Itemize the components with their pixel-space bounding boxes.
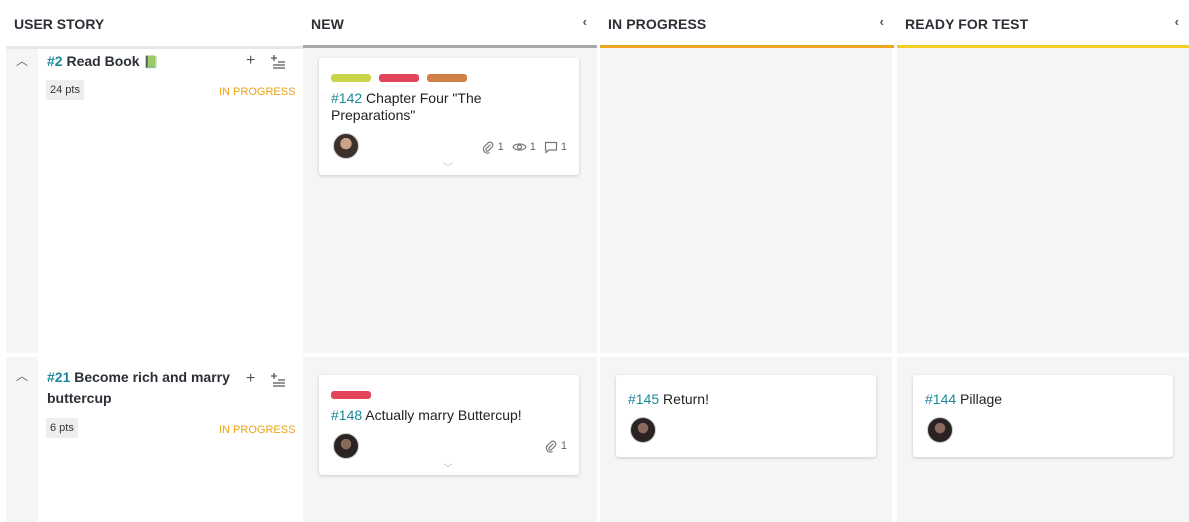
comments-stat: 1: [544, 141, 567, 154]
user-story-name[interactable]: Become rich and marry: [74, 369, 230, 385]
tag-list: [331, 74, 467, 82]
task-name-cont[interactable]: Preparations": [331, 107, 415, 123]
assignee-avatar[interactable]: [333, 433, 359, 459]
user-story-ref[interactable]: #21: [47, 369, 70, 385]
add-task-icon[interactable]: +: [246, 52, 255, 70]
collapse-row-icon[interactable]: ︿: [16, 52, 28, 69]
cell-in-progress: [600, 48, 892, 353]
task-name[interactable]: Actually marry Buttercup!: [365, 407, 521, 423]
paperclip-icon: [482, 141, 494, 154]
tag-color: [427, 74, 467, 82]
column-title: NEW: [311, 16, 344, 32]
task-ref[interactable]: #148: [331, 407, 362, 423]
story-points-badge: 24 pts: [46, 80, 84, 100]
column-header-new: NEW ‹: [303, 0, 597, 50]
story-points-badge: 6 pts: [46, 418, 78, 438]
column-header-in-progress: IN PROGRESS ‹: [600, 0, 894, 50]
bulk-add-icon[interactable]: [270, 54, 286, 70]
add-task-icon[interactable]: +: [246, 370, 255, 388]
tag-color: [331, 391, 371, 399]
expand-card-icon[interactable]: ﹀: [443, 460, 453, 475]
attachments-count: 1: [560, 440, 567, 452]
tag-list: [331, 391, 371, 399]
task-title[interactable]: #148 Actually marry Buttercup!: [331, 407, 522, 424]
kanban-board: USER STORY NEW ‹ IN PROGRESS ‹ READY FOR…: [0, 0, 1189, 522]
collapse-column-icon[interactable]: ‹: [583, 14, 587, 29]
task-title[interactable]: #142 Chapter Four "The Preparations": [331, 90, 482, 124]
paperclip-icon: [545, 440, 557, 453]
column-title: USER STORY: [14, 16, 105, 32]
task-card[interactable]: #148 Actually marry Buttercup! 1 ﹀: [319, 375, 579, 475]
task-ref[interactable]: #142: [331, 90, 362, 106]
attachments-stat: 1: [481, 140, 504, 154]
bulk-add-icon[interactable]: [270, 372, 286, 388]
task-title[interactable]: #144 Pillage: [925, 391, 1002, 408]
column-title: READY FOR TEST: [905, 16, 1029, 32]
user-story-name[interactable]: Read Book: [66, 53, 139, 69]
task-stats: 1: [544, 439, 567, 453]
task-title[interactable]: #145 Return!: [628, 391, 709, 408]
user-story-name-cont[interactable]: buttercup: [47, 390, 112, 406]
story-status[interactable]: IN PROGRESS: [219, 424, 295, 436]
task-card[interactable]: #144 Pillage: [913, 375, 1173, 457]
tag-color: [379, 74, 419, 82]
comments-count: 1: [560, 141, 567, 153]
book-emoji-icon: 📗: [143, 55, 159, 69]
story-row-gutter: [6, 48, 38, 353]
eye-icon: [512, 143, 527, 151]
task-card[interactable]: #145 Return!: [616, 375, 876, 457]
attachments-stat: 1: [544, 439, 567, 453]
column-header-user-story: USER STORY: [0, 0, 303, 50]
user-story-title[interactable]: #2 Read Book 📗: [47, 51, 158, 73]
watchers-stat: 1: [512, 141, 536, 153]
task-name[interactable]: Return!: [663, 391, 709, 407]
collapse-column-icon[interactable]: ‹: [1175, 14, 1179, 29]
task-ref[interactable]: #145: [628, 391, 659, 407]
row-divider: [6, 46, 303, 49]
expand-card-icon[interactable]: ﹀: [443, 159, 453, 174]
story-status[interactable]: IN PROGRESS: [219, 86, 295, 98]
task-card[interactable]: #142 Chapter Four "The Preparations" 1 1…: [319, 58, 579, 175]
assignee-avatar[interactable]: [927, 417, 953, 443]
cell-ready-for-test: [897, 48, 1189, 353]
assignee-avatar[interactable]: [630, 417, 656, 443]
collapse-column-icon[interactable]: ‹: [880, 14, 884, 29]
task-name[interactable]: Pillage: [960, 391, 1002, 407]
tag-color: [331, 74, 371, 82]
column-title: IN PROGRESS: [608, 16, 707, 32]
comment-icon: [544, 141, 557, 154]
task-ref[interactable]: #144: [925, 391, 956, 407]
collapse-row-icon[interactable]: ︿: [16, 367, 28, 384]
task-name[interactable]: Chapter Four "The: [366, 90, 481, 106]
assignee-avatar[interactable]: [333, 133, 359, 159]
user-story-ref[interactable]: #2: [47, 53, 63, 69]
column-header-ready-for-test: READY FOR TEST ‹: [897, 0, 1189, 50]
attachments-count: 1: [497, 141, 504, 153]
task-stats: 1 1 1: [481, 140, 567, 154]
user-story-title[interactable]: #21 Become rich and marry buttercup: [47, 367, 242, 409]
watchers-count: 1: [529, 141, 536, 153]
